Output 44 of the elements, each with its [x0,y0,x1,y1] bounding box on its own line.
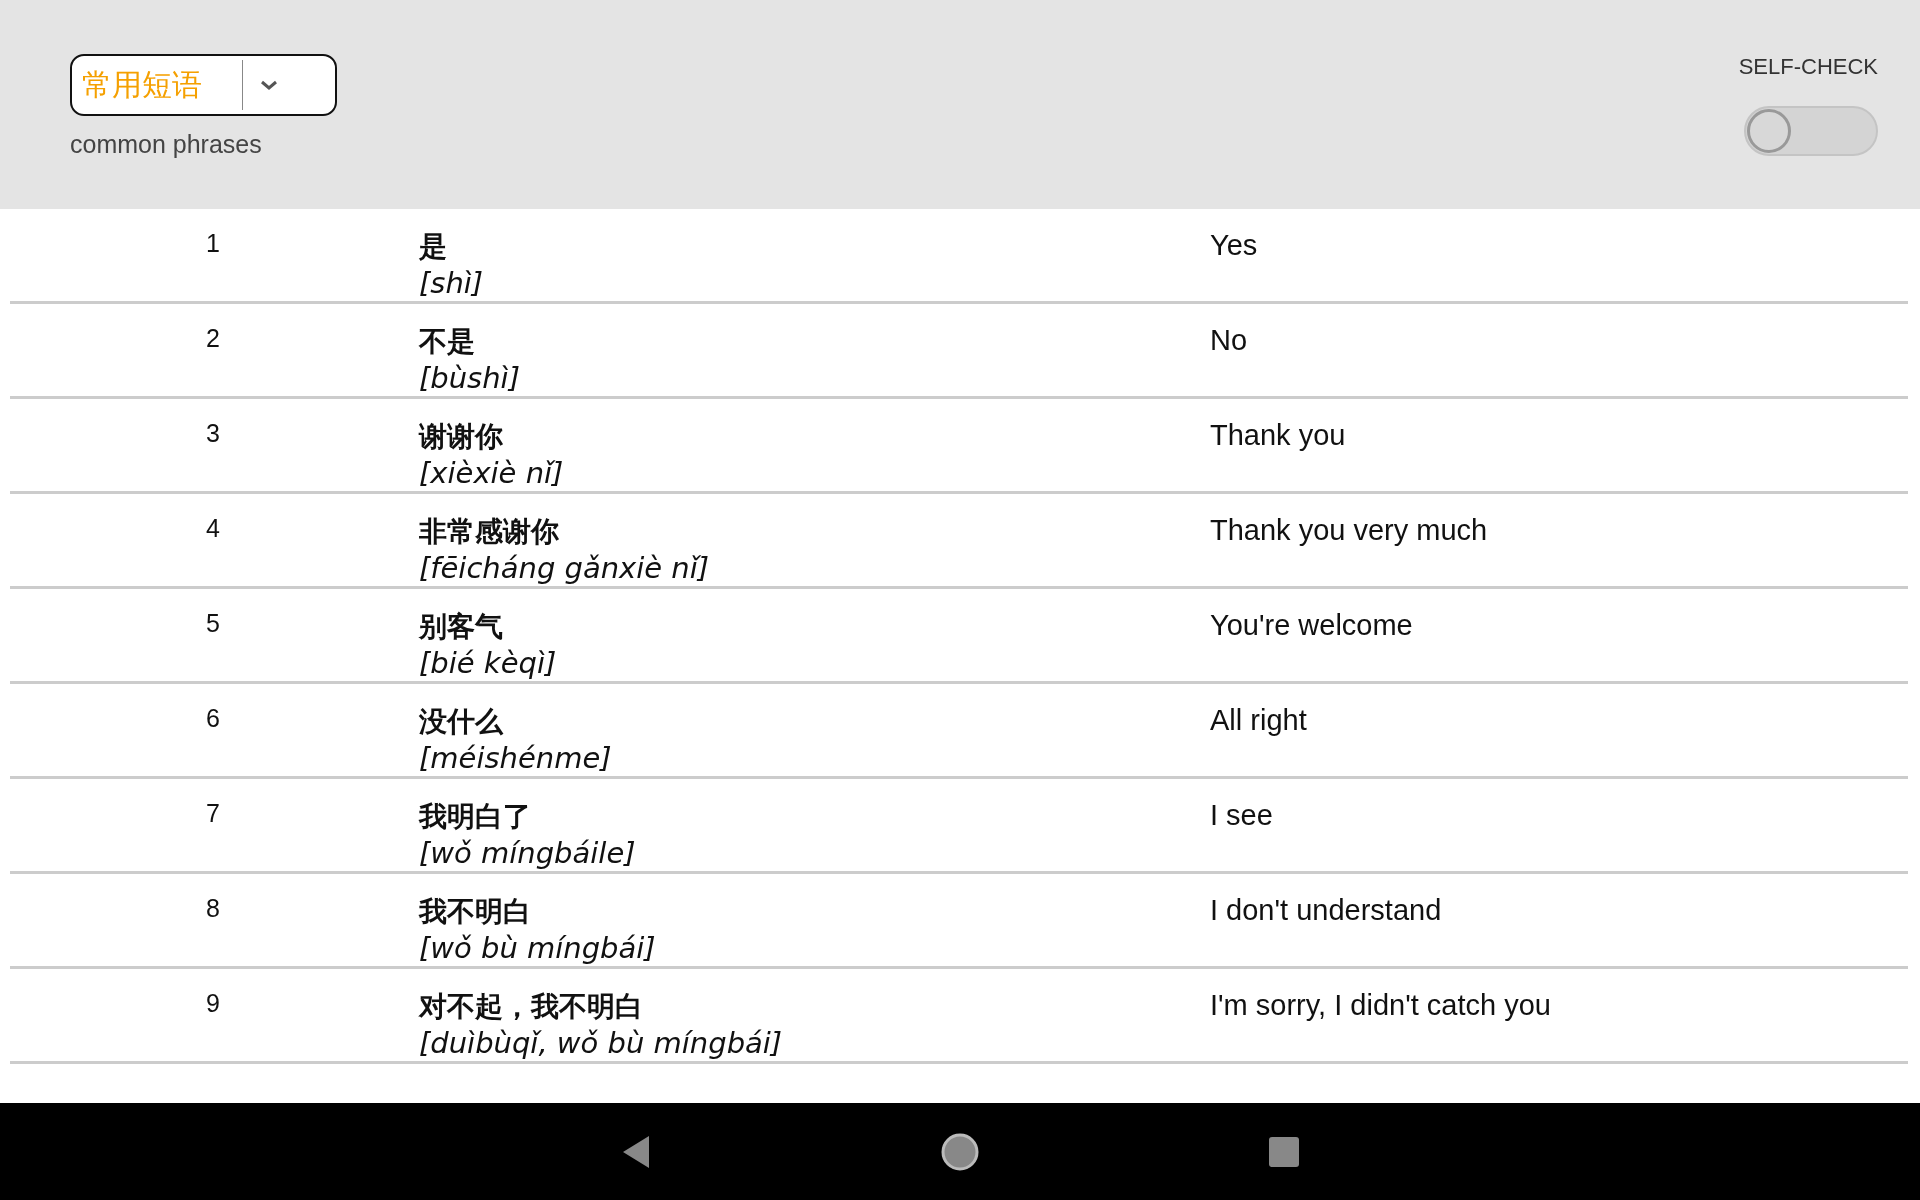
english-translation: Thank you very much [1210,514,1489,547]
english-translation: I don't understand [1210,894,1443,927]
chevron-down-icon [259,79,279,91]
pinyin-text: [xièxiè nǐ] [419,455,564,491]
chinese-phrase: 我明白了 [419,799,531,835]
back-icon[interactable] [621,1134,651,1169]
row-number: 4 [206,514,220,543]
chinese-phrase: 非常感谢你 [419,514,559,550]
self-check-label: SELF-CHECK [1738,54,1878,80]
chinese-phrase: 对不起，我不明白 [419,989,643,1025]
row-number: 3 [206,419,220,448]
english-translation: I'm sorry, I didn't catch you [1210,989,1552,1022]
row-number: 7 [206,799,220,828]
chinese-phrase: 别客气 [419,609,503,645]
category-subtitle: common phrases [70,130,262,159]
self-check-toggle[interactable] [1744,106,1878,156]
pinyin-text: [bié kèqì] [419,645,557,681]
chinese-phrase: 不是 [419,324,475,360]
pinyin-text: [méishénme] [419,740,612,776]
chinese-phrase: 谢谢你 [419,419,503,455]
chinese-phrase: 是 [419,229,447,265]
english-translation: All right [1210,704,1308,737]
pinyin-text: [fēicháng gǎnxiè nǐ] [419,550,710,586]
chinese-phrase: 没什么 [419,704,503,740]
pinyin-text: [bùshì] [419,360,520,396]
recents-icon[interactable] [1269,1136,1299,1167]
row-number: 5 [206,609,220,638]
row-number: 1 [206,229,220,258]
pinyin-text: [wǒ bù míngbái] [419,930,656,966]
pinyin-text: [duìbùqǐ, wǒ bù míngbái] [419,1025,783,1061]
home-icon[interactable] [941,1132,979,1171]
pinyin-text: [shì] [419,265,484,301]
row-number: 6 [206,704,220,733]
english-translation: You're welcome [1210,609,1414,642]
english-translation: Thank you [1210,419,1347,452]
category-dropdown[interactable]: 常用短语 [70,54,337,116]
chinese-phrase: 我不明白 [419,894,531,930]
row-number: 8 [206,894,220,923]
english-translation: I see [1210,799,1274,832]
english-translation: Yes [1210,229,1259,262]
english-translation: No [1210,324,1249,357]
row-number: 2 [206,324,220,353]
pinyin-text: [wǒ míngbáile] [419,835,636,871]
row-number: 9 [206,989,220,1018]
